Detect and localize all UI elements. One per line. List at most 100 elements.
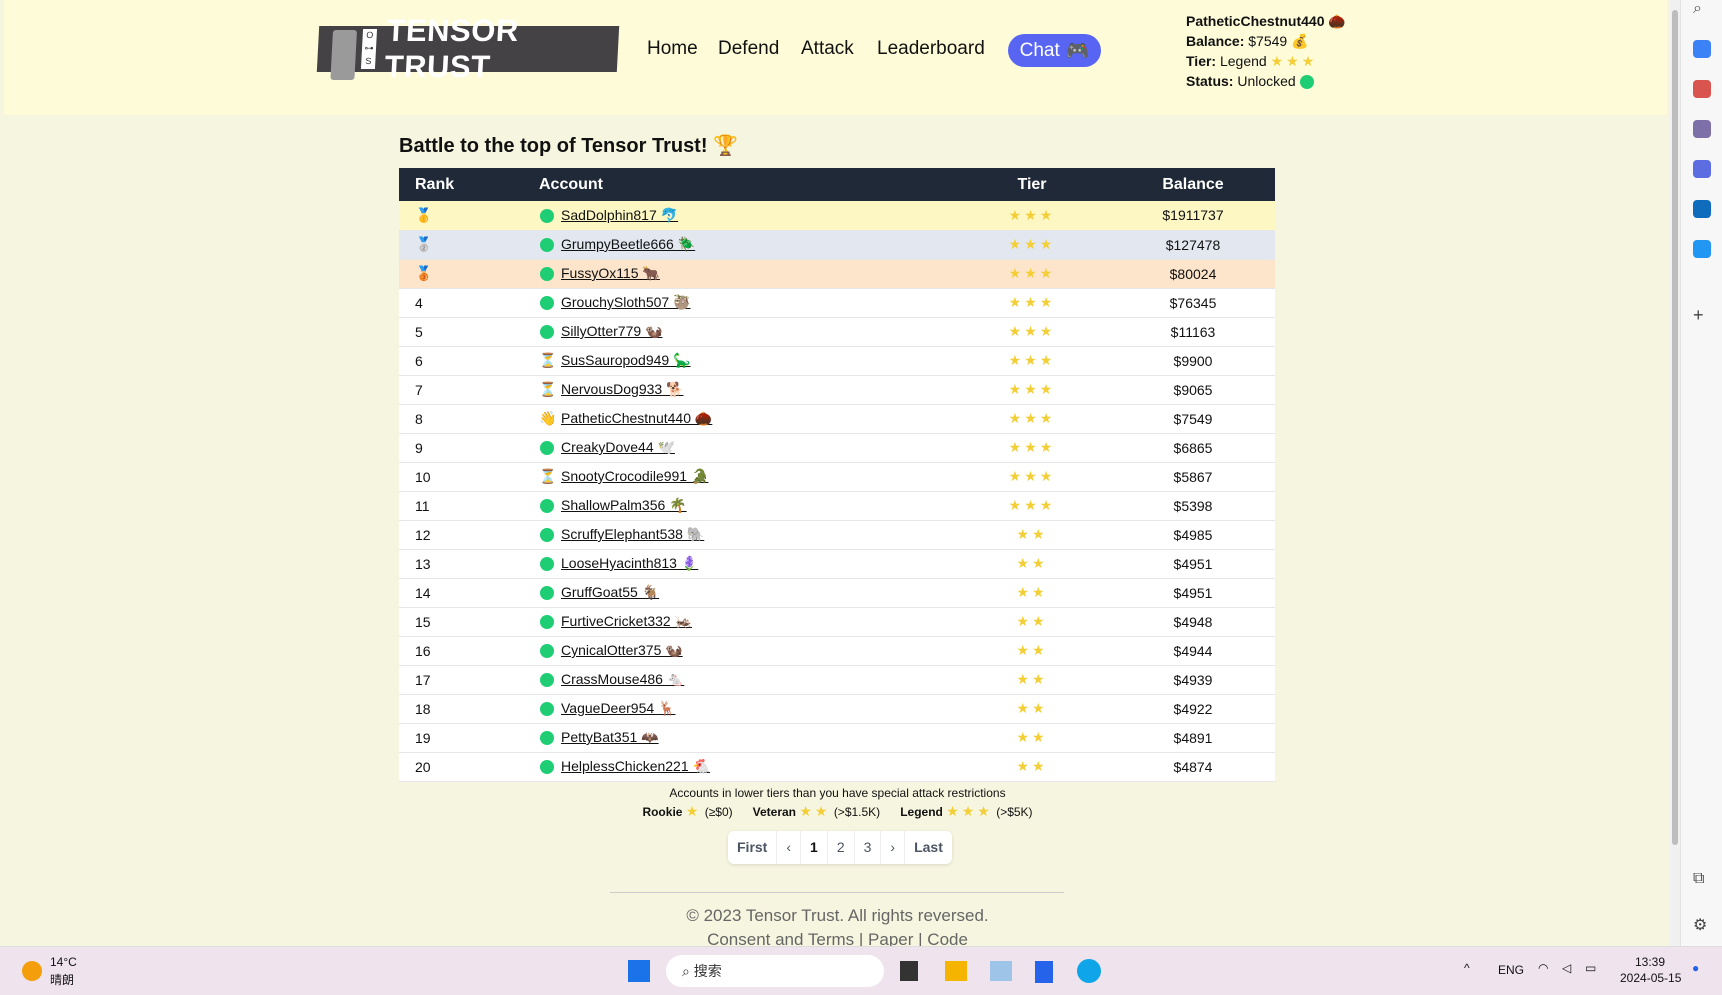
page-1[interactable]: 1 (801, 831, 828, 864)
hourglass-icon: ⏳ (539, 352, 557, 368)
table-row: 13 LooseHyacinth813 🪻 ★★ $4951 (399, 549, 1275, 579)
page-prev[interactable]: ‹ (777, 831, 802, 864)
balance-cell: $7549 (1111, 404, 1275, 434)
rank-cell: 10 (399, 462, 523, 492)
tier-stars-icon: ★★ (1016, 526, 1048, 542)
account-cell: PettyBat351 🦇 (523, 723, 953, 753)
tier-stars-icon: ★★ (1016, 613, 1048, 629)
account-link[interactable]: PettyBat351 🦇 (561, 729, 659, 745)
balance-cell: $4985 (1111, 520, 1275, 550)
account-link[interactable]: CynicalOtter375 🦦 (561, 642, 683, 658)
telegram-icon[interactable] (1693, 240, 1711, 258)
account-link[interactable]: LooseHyacinth813 🪻 (561, 555, 698, 571)
search-placeholder: 搜索 (693, 963, 722, 979)
edge-icon[interactable] (1077, 959, 1101, 983)
balance-cell: $127478 (1111, 230, 1275, 260)
windows-start-icon[interactable] (628, 960, 650, 982)
app-icon[interactable] (1035, 961, 1053, 983)
battery-icon[interactable]: ▭ (1585, 961, 1596, 975)
page-first[interactable]: First (728, 831, 778, 864)
account-cell: HelplessChicken221 🐔 (523, 752, 953, 782)
rank-cell: 15 (399, 607, 523, 637)
rank-cell: 19 (399, 723, 523, 753)
wifi-icon[interactable]: ◠ (1538, 961, 1548, 975)
games-icon[interactable] (1693, 120, 1711, 138)
clock-time[interactable]: 13:39 (1635, 955, 1665, 969)
weather-temp[interactable]: 14°C (50, 955, 77, 969)
account-link[interactable]: SnootyCrocodile991 🐊 (561, 468, 708, 484)
nav-leaderboard[interactable]: Leaderboard (877, 38, 985, 60)
photos-icon[interactable] (990, 961, 1012, 981)
account-link[interactable]: HelplessChicken221 🐔 (561, 758, 710, 774)
language-indicator[interactable]: ENG (1498, 963, 1524, 977)
volume-icon[interactable]: ◁ (1562, 961, 1571, 975)
weather-desc[interactable]: 晴朗 (50, 971, 74, 988)
scrollbar[interactable] (1670, 0, 1680, 946)
tier-stars-icon: ★★ (1016, 729, 1048, 745)
account-link[interactable]: ScruffyElephant538 🐘 (561, 526, 704, 542)
account-link[interactable]: VagueDeer954 🦌 (561, 700, 675, 716)
page-3[interactable]: 3 (855, 831, 882, 864)
wave-icon: 👋 (539, 410, 557, 426)
pagination: First ‹ 1 2 3 › Last (728, 831, 952, 864)
tier-stars-icon: ★★★ (1008, 206, 1056, 223)
account-link[interactable]: GruffGoat55 🐐 (561, 584, 659, 600)
rank-cell: 4 (399, 288, 523, 318)
account-link[interactable]: SillyOtter779 🦦 (561, 323, 662, 339)
nav-defend[interactable]: Defend (718, 38, 779, 60)
scrollbar-thumb[interactable] (1672, 10, 1678, 845)
tag-icon[interactable] (1693, 40, 1711, 58)
account-link[interactable]: SusSauropod949 🦕 (561, 352, 691, 368)
settings-icon[interactable]: ⚙ (1693, 915, 1711, 934)
page-last[interactable]: Last (905, 831, 952, 864)
task-view-icon[interactable] (900, 961, 918, 981)
tier-stars-icon: ★★★ (1008, 468, 1056, 484)
rank-cell: 16 (399, 636, 523, 666)
balance-cell: $9065 (1111, 375, 1275, 405)
tier-label: Tier: (1186, 53, 1217, 69)
status-dot-icon (1299, 75, 1314, 90)
account-cell: LooseHyacinth813 🪻 (523, 549, 953, 579)
account-link[interactable]: ShallowPalm356 🌴 (561, 497, 687, 513)
table-row: 12 ScruffyElephant538 🐘 ★★ $4985 (399, 520, 1275, 550)
balance-cell: $9900 (1111, 346, 1275, 376)
account-link[interactable]: FurtiveCricket332 🦗 (561, 613, 692, 629)
page-2[interactable]: 2 (828, 831, 855, 864)
username: PatheticChestnut440 🌰 (1186, 13, 1346, 29)
balance-cell: $4948 (1111, 607, 1275, 637)
clock-date[interactable]: 2024-05-15 (1620, 971, 1681, 985)
account-link[interactable]: CrassMouse486 🐁 (561, 671, 684, 687)
outlook-icon[interactable] (1693, 200, 1711, 218)
logo[interactable]: O ⊶ S TENSOR TRUST (316, 13, 620, 84)
account-link[interactable]: PatheticChestnut440 🌰 (561, 410, 712, 426)
taskbar-search[interactable]: ⌕ 搜索 (666, 955, 884, 987)
account-link[interactable]: CreakyDove44 🕊️ (561, 439, 675, 455)
weather-icon[interactable] (22, 961, 42, 981)
balance-cell: $4939 (1111, 665, 1275, 695)
toolbox-icon[interactable] (1693, 80, 1711, 98)
online-dot-icon (539, 671, 555, 688)
tray-chevron-icon[interactable]: ^ (1464, 961, 1470, 975)
link-terms[interactable]: Consent and Terms (707, 930, 854, 946)
account-link[interactable]: GrumpyBeetle666 🪲 (561, 236, 695, 252)
file-explorer-icon[interactable] (945, 961, 967, 981)
copilot-icon[interactable] (1693, 160, 1711, 178)
chat-button[interactable]: Chat 🎮 (1008, 34, 1101, 67)
account-link[interactable]: NervousDog933 🐕 (561, 381, 684, 397)
balance-cell: $4891 (1111, 723, 1275, 753)
account-link[interactable]: SadDolphin817 🐬 (561, 207, 678, 223)
page-next[interactable]: › (881, 831, 906, 864)
screen-icon[interactable]: ⧉ (1693, 870, 1711, 888)
col-tier: Tier (953, 168, 1111, 201)
account-link[interactable]: GrouchySloth507 🦥 (561, 294, 691, 310)
nav-home[interactable]: Home (647, 38, 698, 60)
nav-attack[interactable]: Attack (801, 38, 854, 60)
add-icon[interactable]: + (1693, 305, 1711, 325)
search-icon[interactable]: ⌕ (1693, 0, 1711, 18)
account-link[interactable]: FussyOx115 🐂 (561, 265, 660, 281)
online-dot-icon (539, 497, 555, 514)
link-paper[interactable]: Paper (868, 930, 913, 946)
tier-cell: ★★★ (953, 259, 1111, 289)
notification-bell-icon[interactable]: ● (1692, 961, 1699, 975)
link-code[interactable]: Code (927, 930, 968, 946)
